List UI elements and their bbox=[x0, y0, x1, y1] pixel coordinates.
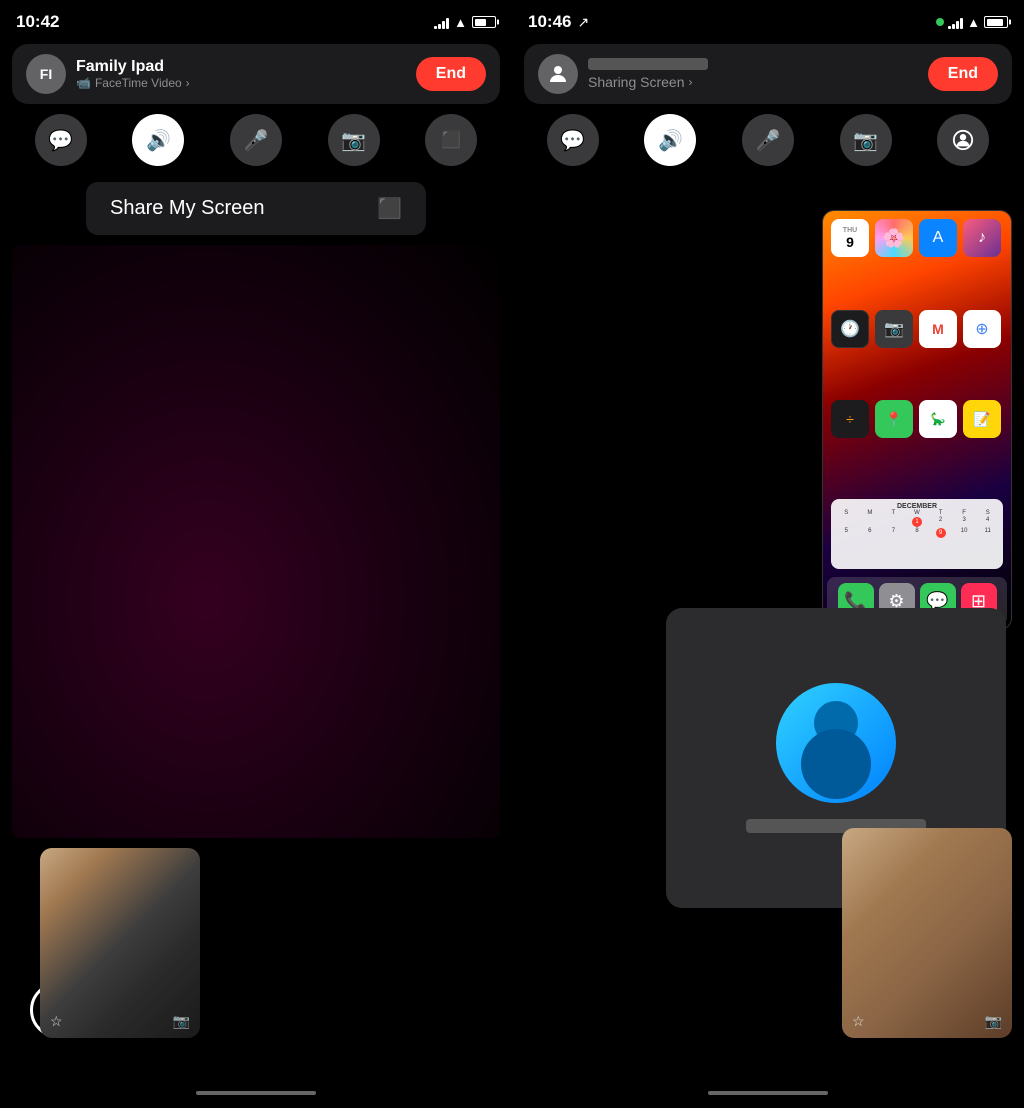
app-icon-gmail: M bbox=[919, 310, 957, 348]
right-camera-button[interactable]: 📷 bbox=[840, 114, 892, 166]
share-screen-button[interactable]: Share My Screen ⬛ bbox=[86, 182, 426, 235]
left-thumbnail[interactable]: ☆ 📷 bbox=[40, 848, 200, 1038]
app-icon-appstore: A bbox=[919, 219, 957, 257]
right-sharing-status: Sharing Screen › bbox=[588, 74, 708, 90]
screen-share-preview: THU 9 🌸 A ♪ 🕐 📷 M ⊕ ÷ 📍 🦕 📝 DECEMBER bbox=[822, 210, 1012, 630]
subtitle-chevron: › bbox=[186, 76, 190, 90]
thumbnail-content bbox=[40, 848, 200, 1038]
sharing-chevron: › bbox=[689, 75, 693, 89]
person-icon bbox=[546, 62, 570, 86]
right-end-button[interactable]: End bbox=[928, 57, 998, 91]
location-arrow-icon: ↗ bbox=[577, 14, 589, 31]
right-panel: 10:46 ↗ ▲ bbox=[512, 0, 1024, 1108]
large-avatar bbox=[776, 683, 896, 803]
left-contact-name: Family Ipad bbox=[76, 58, 190, 76]
right-signal-bar-2 bbox=[952, 24, 955, 29]
right-time: 10:46 bbox=[528, 12, 571, 32]
right-home-bar bbox=[708, 1091, 828, 1095]
right-signal-bar-4 bbox=[960, 18, 963, 29]
right-status-right: ▲ bbox=[936, 15, 1008, 30]
right-controls-row: 💬 🔊 🎤 📷 bbox=[524, 114, 1012, 166]
left-status-bar: 10:42 ▲ bbox=[0, 0, 512, 40]
share-screen-label: Share My Screen bbox=[110, 197, 265, 220]
app-icon-music: ♪ bbox=[963, 219, 1001, 257]
app-icons-grid: THU 9 🌸 A ♪ 🕐 📷 M ⊕ ÷ 📍 🦕 📝 bbox=[823, 211, 1011, 495]
app-icon-calendar: THU 9 bbox=[831, 219, 869, 257]
right-battery-icon bbox=[984, 16, 1008, 28]
left-panel: 10:42 ▲ FI Family Ipad 📹 FaceTime Video bbox=[0, 0, 512, 1108]
left-call-subtitle: 📹 FaceTime Video › bbox=[76, 76, 190, 90]
left-home-indicator bbox=[0, 1078, 512, 1108]
left-call-details: Family Ipad 📹 FaceTime Video › bbox=[76, 58, 190, 90]
signal-bars-icon bbox=[434, 15, 449, 29]
right-call-bar: Sharing Screen › End bbox=[524, 44, 1012, 104]
left-avatar: FI bbox=[26, 54, 66, 94]
left-microphone-button[interactable]: 🎤 bbox=[230, 114, 282, 166]
person-crop-circle-icon bbox=[952, 129, 974, 151]
right-speaker-button[interactable]: 🔊 bbox=[644, 114, 696, 166]
right-signal-bar-3 bbox=[956, 21, 959, 29]
right-call-info: Sharing Screen › bbox=[538, 54, 708, 94]
battery-fill bbox=[475, 19, 486, 26]
left-home-bar bbox=[196, 1091, 316, 1095]
right-thumb-overlay: ☆ 📷 bbox=[842, 1013, 1012, 1030]
app-icon-chrome: ⊕ bbox=[963, 310, 1001, 348]
left-subtitle-text: FaceTime Video bbox=[95, 76, 182, 90]
iphone-screen-preview: THU 9 🌸 A ♪ 🕐 📷 M ⊕ ÷ 📍 🦕 📝 DECEMBER bbox=[823, 211, 1011, 629]
right-signal-bars bbox=[948, 15, 963, 29]
calendar-widget: DECEMBER SMTWTFS 1234 567891011 bbox=[831, 499, 1003, 569]
left-bottom-row: ☆ 📷 bbox=[0, 838, 512, 1078]
left-speaker-button[interactable]: 🔊 bbox=[132, 114, 184, 166]
camera-flip-icon: 📷 bbox=[173, 1013, 190, 1030]
left-screenshare-button[interactable]: ⬛ bbox=[425, 114, 477, 166]
app-icon-notes: 📝 bbox=[963, 400, 1001, 438]
app-icon-photos: 🌸 bbox=[875, 219, 913, 257]
left-video-area bbox=[12, 245, 500, 838]
right-avatar bbox=[538, 54, 578, 94]
right-camera-icon: 📷 bbox=[985, 1013, 1002, 1030]
sharing-text: Sharing Screen bbox=[588, 74, 685, 90]
app-icon-camera: 📷 bbox=[875, 310, 913, 348]
right-signal-bar-1 bbox=[948, 26, 951, 29]
left-time: 10:42 bbox=[16, 12, 59, 32]
left-message-button[interactable]: 💬 bbox=[35, 114, 87, 166]
face-pixelated-content bbox=[842, 828, 1012, 1038]
right-person-button[interactable] bbox=[937, 114, 989, 166]
right-battery-fill bbox=[987, 19, 1003, 26]
wifi-icon: ▲ bbox=[454, 15, 467, 30]
right-call-details: Sharing Screen › bbox=[588, 58, 708, 90]
signal-bar-2 bbox=[438, 24, 441, 29]
left-end-button[interactable]: End bbox=[416, 57, 486, 91]
battery-icon bbox=[472, 16, 496, 28]
green-dot-indicator bbox=[936, 18, 944, 26]
right-status-left: 10:46 ↗ bbox=[528, 12, 589, 32]
signal-bar-3 bbox=[442, 21, 445, 29]
left-status-icons: ▲ bbox=[434, 15, 496, 30]
right-microphone-button[interactable]: 🎤 bbox=[742, 114, 794, 166]
left-camera-button[interactable]: 📷 bbox=[328, 114, 380, 166]
left-call-info: FI Family Ipad 📹 FaceTime Video › bbox=[26, 54, 190, 94]
left-video-content bbox=[12, 245, 500, 838]
right-message-button[interactable]: 💬 bbox=[547, 114, 599, 166]
app-icon-maps: 📍 bbox=[875, 400, 913, 438]
left-controls-row: 💬 🔊 🎤 📷 ⬛ bbox=[12, 114, 500, 166]
thumb-overlay: ☆ 📷 bbox=[40, 1013, 200, 1030]
right-home-indicator bbox=[512, 1078, 1024, 1108]
avatar-body bbox=[801, 729, 871, 799]
star-icon: ☆ bbox=[50, 1013, 63, 1030]
name-redacted-bar bbox=[588, 58, 708, 70]
app-icon-clock: 🕐 bbox=[831, 310, 869, 348]
facetime-icon: 📹 bbox=[76, 76, 91, 90]
right-star-icon: ☆ bbox=[852, 1013, 865, 1030]
signal-bar-4 bbox=[446, 18, 449, 29]
share-screen-icon: ⬛ bbox=[377, 196, 402, 221]
right-thumbnail[interactable]: ☆ 📷 bbox=[842, 828, 1012, 1038]
right-wifi-icon: ▲ bbox=[967, 15, 980, 30]
right-status-bar: 10:46 ↗ ▲ bbox=[512, 0, 1024, 40]
signal-bar-1 bbox=[434, 26, 437, 29]
app-icon-calculator: ÷ bbox=[831, 400, 869, 438]
app-icon-dino: 🦕 bbox=[919, 400, 957, 438]
calendar-grid: SMTWTFS 1234 567891011 bbox=[835, 510, 999, 538]
left-call-bar: FI Family Ipad 📹 FaceTime Video › End bbox=[12, 44, 500, 104]
